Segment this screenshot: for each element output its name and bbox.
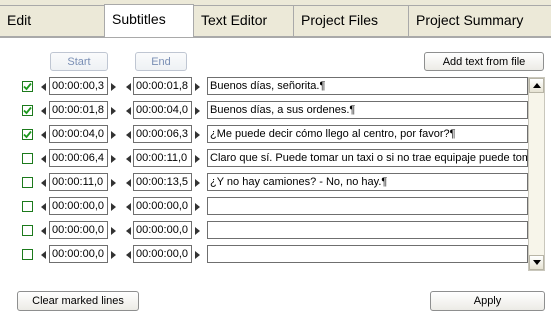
subtitle-row: 00:00:04,0 00:00:06,3 ¿Me puede decir cómo…: [22, 125, 544, 147]
start-decrease-arrow-icon[interactable]: [41, 131, 46, 139]
start-time-field[interactable]: 00:00:01,8: [49, 101, 108, 119]
start-increase-arrow-icon[interactable]: [111, 227, 116, 235]
end-increase-arrow-icon[interactable]: [195, 227, 200, 235]
start-decrease-arrow-icon[interactable]: [41, 83, 46, 91]
subtitle-row: 00:00:00,0 00:00:00,0: [22, 197, 544, 219]
end-increase-arrow-icon[interactable]: [195, 83, 200, 91]
mark-checkbox[interactable]: [22, 153, 33, 164]
end-increase-arrow-icon[interactable]: [195, 155, 200, 163]
end-time-field[interactable]: 00:00:00,0: [133, 245, 192, 263]
end-increase-arrow-icon[interactable]: [195, 131, 200, 139]
start-decrease-arrow-icon[interactable]: [41, 155, 46, 163]
mark-checkbox[interactable]: [22, 105, 33, 116]
tab-text-editor[interactable]: Text Editor: [193, 5, 294, 37]
mark-checkbox[interactable]: [22, 81, 33, 92]
end-button[interactable]: End: [135, 52, 187, 71]
start-time-field[interactable]: 00:00:00,3: [49, 77, 108, 95]
subtitle-row: 00:00:00,0 00:00:00,0: [22, 245, 544, 267]
apply-button[interactable]: Apply: [430, 291, 545, 311]
end-time-field[interactable]: 00:00:00,0: [133, 197, 192, 215]
checkmark-icon: [23, 82, 32, 91]
scroll-up-button[interactable]: [529, 78, 544, 93]
start-decrease-arrow-icon[interactable]: [41, 203, 46, 211]
subtitle-text-field[interactable]: ¿Me puede decir cómo llego al centro, po…: [207, 125, 528, 143]
start-time-field[interactable]: 00:00:04,0: [49, 125, 108, 143]
checkmark-icon: [23, 130, 32, 139]
arrow-up-icon: [532, 83, 541, 88]
end-decrease-arrow-icon[interactable]: [126, 155, 131, 163]
subtitle-row: 00:00:00,3 00:00:01,8 Buenos días, señorit…: [22, 77, 544, 99]
subtitle-row: 00:00:11,0 00:00:13,5 ¿Y no hay camiones? …: [22, 173, 544, 195]
start-time-field[interactable]: 00:00:11,0: [49, 173, 108, 191]
end-increase-arrow-icon[interactable]: [195, 203, 200, 211]
subtitle-text-field[interactable]: Buenos días, señorita.¶: [207, 77, 528, 95]
end-decrease-arrow-icon[interactable]: [126, 179, 131, 187]
tab-project-files[interactable]: Project Files: [293, 5, 409, 37]
subtitle-row: 00:00:01,8 00:00:04,0 Buenos días, a sus o…: [22, 101, 544, 123]
tab-project-summary[interactable]: Project Summary: [408, 5, 551, 37]
end-time-field[interactable]: 00:00:04,0: [133, 101, 192, 119]
subtitle-text-field[interactable]: Claro que sí. Puede tomar un taxi o si n…: [207, 149, 528, 167]
scroll-down-button[interactable]: [529, 255, 544, 270]
end-decrease-arrow-icon[interactable]: [126, 203, 131, 211]
start-increase-arrow-icon[interactable]: [111, 131, 116, 139]
subtitle-text-field[interactable]: [207, 221, 528, 239]
end-increase-arrow-icon[interactable]: [195, 107, 200, 115]
end-decrease-arrow-icon[interactable]: [126, 107, 131, 115]
end-decrease-arrow-icon[interactable]: [126, 227, 131, 235]
subtitle-text-field[interactable]: [207, 197, 528, 215]
start-button[interactable]: Start: [50, 52, 108, 71]
subtitle-text-field[interactable]: Buenos días, a sus ordenes.¶: [207, 101, 528, 119]
tab-edit[interactable]: Edit: [0, 5, 105, 37]
subtitle-text-field[interactable]: ¿Y no hay camiones? - No, no hay.¶: [207, 173, 528, 191]
tab-subtitles[interactable]: Subtitles: [104, 4, 194, 38]
end-time-field[interactable]: 00:00:11,0: [133, 149, 192, 167]
end-increase-arrow-icon[interactable]: [195, 251, 200, 259]
end-time-field[interactable]: 00:00:06,3: [133, 125, 192, 143]
mark-checkbox[interactable]: [22, 225, 33, 236]
tab-bar: Edit Subtitles Text Editor Project Files…: [0, 0, 551, 38]
mark-checkbox[interactable]: [22, 129, 33, 140]
start-increase-arrow-icon[interactable]: [111, 203, 116, 211]
clear-marked-lines-button[interactable]: Clear marked lines: [17, 291, 139, 311]
subtitle-text-field[interactable]: [207, 245, 528, 263]
start-increase-arrow-icon[interactable]: [111, 251, 116, 259]
start-decrease-arrow-icon[interactable]: [41, 179, 46, 187]
subtitle-row: 00:00:00,0 00:00:00,0: [22, 221, 544, 243]
start-decrease-arrow-icon[interactable]: [41, 251, 46, 259]
end-decrease-arrow-icon[interactable]: [126, 251, 131, 259]
end-decrease-arrow-icon[interactable]: [126, 131, 131, 139]
start-time-field[interactable]: 00:00:06,4: [49, 149, 108, 167]
start-decrease-arrow-icon[interactable]: [41, 107, 46, 115]
start-increase-arrow-icon[interactable]: [111, 179, 116, 187]
arrow-down-icon: [532, 260, 541, 265]
start-time-field[interactable]: 00:00:00,0: [49, 245, 108, 263]
mark-checkbox[interactable]: [22, 249, 33, 260]
start-time-field[interactable]: 00:00:00,0: [49, 197, 108, 215]
start-increase-arrow-icon[interactable]: [111, 83, 116, 91]
end-time-field[interactable]: 00:00:00,0: [133, 221, 192, 239]
end-time-field[interactable]: 00:00:01,8: [133, 77, 192, 95]
end-decrease-arrow-icon[interactable]: [126, 83, 131, 91]
mark-checkbox[interactable]: [22, 177, 33, 188]
start-decrease-arrow-icon[interactable]: [41, 227, 46, 235]
end-increase-arrow-icon[interactable]: [195, 179, 200, 187]
end-time-field[interactable]: 00:00:13,5: [133, 173, 192, 191]
add-text-from-file-button[interactable]: Add text from file: [424, 52, 544, 71]
mark-checkbox[interactable]: [22, 201, 33, 212]
start-increase-arrow-icon[interactable]: [111, 155, 116, 163]
checkmark-icon: [23, 106, 32, 115]
vertical-scrollbar[interactable]: [528, 77, 545, 271]
subtitle-row: 00:00:06,4 00:00:11,0 Claro que sí. Puede …: [22, 149, 544, 171]
start-increase-arrow-icon[interactable]: [111, 107, 116, 115]
start-time-field[interactable]: 00:00:00,0: [49, 221, 108, 239]
